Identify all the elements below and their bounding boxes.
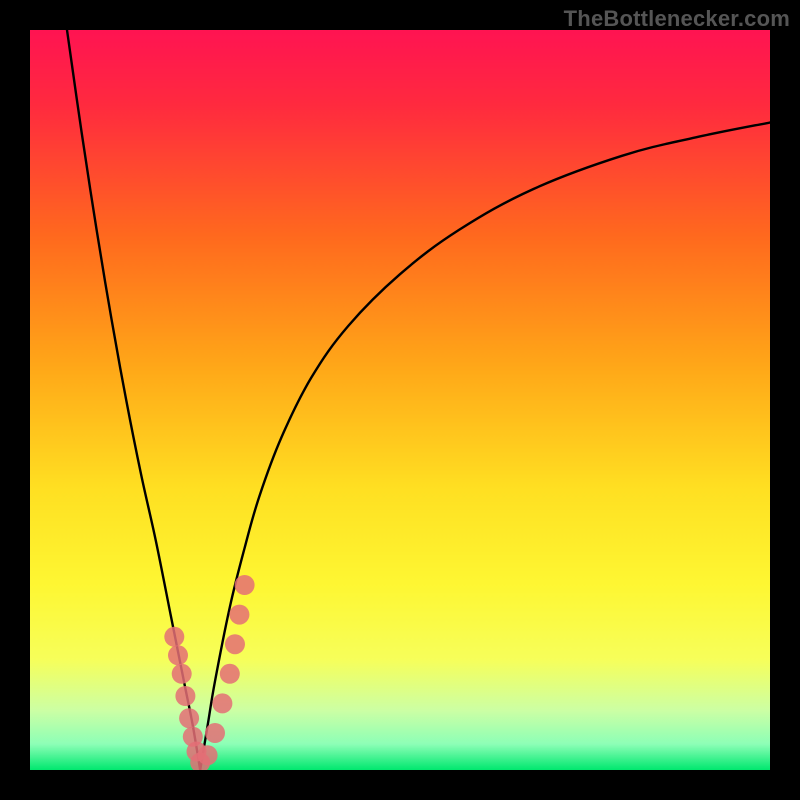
- marker-dot: [179, 708, 199, 728]
- curve-layer: [30, 30, 770, 770]
- right-branch-path: [200, 123, 770, 771]
- marker-dot: [225, 634, 245, 654]
- marker-group: [164, 575, 254, 770]
- marker-dot: [198, 745, 218, 765]
- marker-dot: [229, 605, 249, 625]
- plot-area: [30, 30, 770, 770]
- marker-dot: [168, 645, 188, 665]
- marker-dot: [172, 664, 192, 684]
- attribution-text: TheBottlenecker.com: [564, 6, 790, 32]
- marker-dot: [235, 575, 255, 595]
- marker-dot: [164, 627, 184, 647]
- chart-frame: TheBottlenecker.com: [0, 0, 800, 800]
- marker-dot: [205, 723, 225, 743]
- marker-dot: [220, 664, 240, 684]
- marker-dot: [175, 686, 195, 706]
- marker-dot: [212, 693, 232, 713]
